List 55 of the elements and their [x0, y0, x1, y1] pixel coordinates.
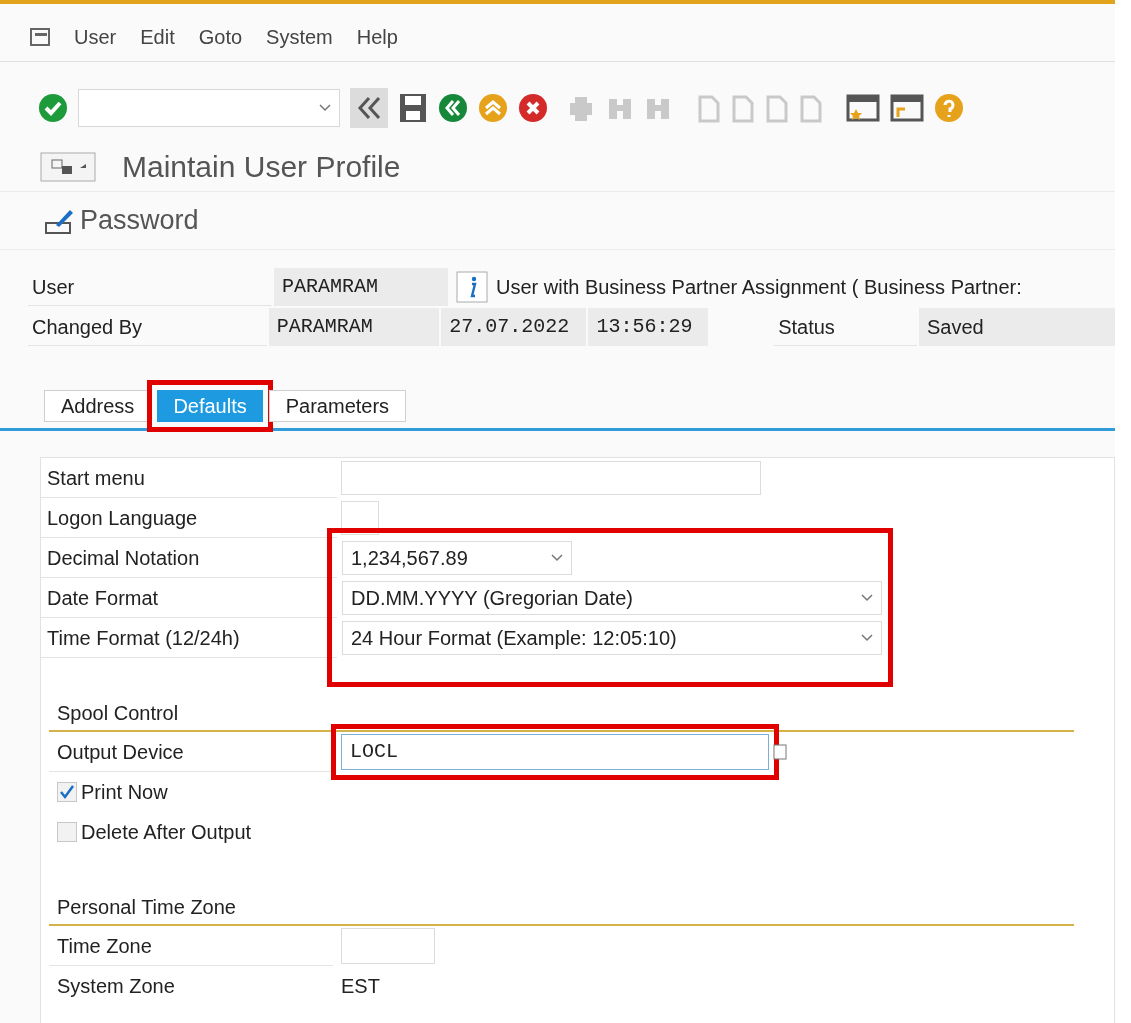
field-label: Start menu — [47, 465, 145, 491]
field-label: Decimal Notation — [47, 545, 200, 571]
window-icon[interactable] — [846, 93, 880, 123]
field-label: Status — [778, 314, 835, 340]
section-title: Spool Control — [57, 701, 179, 726]
field-value: PARAMRAM — [276, 314, 373, 340]
field-label: Time Format (12/24h) — [47, 625, 240, 651]
field-label: System Zone — [57, 974, 175, 999]
chevron-down-icon — [861, 634, 873, 642]
save-icon[interactable] — [398, 92, 428, 124]
field-value: 13:56:29 — [596, 314, 693, 340]
double-chevron-left-icon[interactable] — [350, 88, 388, 128]
exit-icon[interactable] — [478, 93, 508, 123]
section-title: Personal Time Zone — [57, 895, 236, 920]
checkbox[interactable] — [57, 782, 77, 802]
window-icon[interactable] — [40, 151, 96, 182]
menu-item[interactable]: Goto — [198, 21, 243, 52]
menu-item[interactable]: System — [266, 21, 333, 52]
info-text: User with Business Partner Assignment ( Business Partner: — [496, 275, 1022, 300]
back-icon[interactable] — [438, 93, 468, 123]
cancel-icon[interactable] — [518, 93, 548, 123]
chevron-down-icon — [861, 594, 873, 602]
checkbox-label: Delete After Output — [81, 820, 252, 845]
chevron-down-icon — [319, 104, 331, 112]
screen-title: Maintain User Profile — [122, 149, 401, 185]
menu-item[interactable]: Edit — [140, 21, 175, 52]
password-button[interactable]: Password — [44, 200, 199, 241]
menu-item[interactable]: User — [74, 21, 117, 52]
field-label: Logon Language — [47, 505, 198, 531]
input-field[interactable] — [341, 928, 435, 964]
field-value: EST — [340, 974, 380, 999]
field-label: User — [32, 274, 75, 300]
dropdown-field[interactable]: 24 Hour Format (Example: 12:05:10) — [342, 621, 882, 655]
value-help-icon[interactable] — [773, 743, 787, 761]
dropdown-field[interactable]: 1,234,567.89 — [342, 541, 572, 575]
field-label: Time Zone — [57, 933, 152, 959]
field-label: Date Format — [47, 585, 159, 611]
window-icon[interactable] — [890, 93, 924, 123]
chevron-down-icon — [551, 554, 563, 562]
field-label: Changed By — [32, 314, 143, 340]
checkbox-label: Print Now — [81, 780, 168, 805]
field-value: Saved — [927, 315, 984, 340]
field-label: Output Device — [57, 739, 184, 765]
checkbox[interactable] — [57, 822, 77, 842]
menu-item[interactable]: Help — [356, 21, 398, 52]
menu-icon[interactable] — [30, 27, 50, 46]
info-icon[interactable] — [456, 271, 488, 303]
field-value: 27.07.2022 — [449, 314, 570, 340]
dropdown-field[interactable]: DD.MM.YYYY (Gregorian Date) — [342, 581, 882, 615]
command-field[interactable] — [78, 89, 340, 127]
input-field[interactable] — [341, 461, 761, 495]
check-icon[interactable] — [38, 93, 68, 123]
field-value: PARAMRAM — [282, 274, 378, 300]
tab[interactable]: Parameters — [268, 390, 407, 422]
help-icon[interactable] — [934, 93, 964, 123]
